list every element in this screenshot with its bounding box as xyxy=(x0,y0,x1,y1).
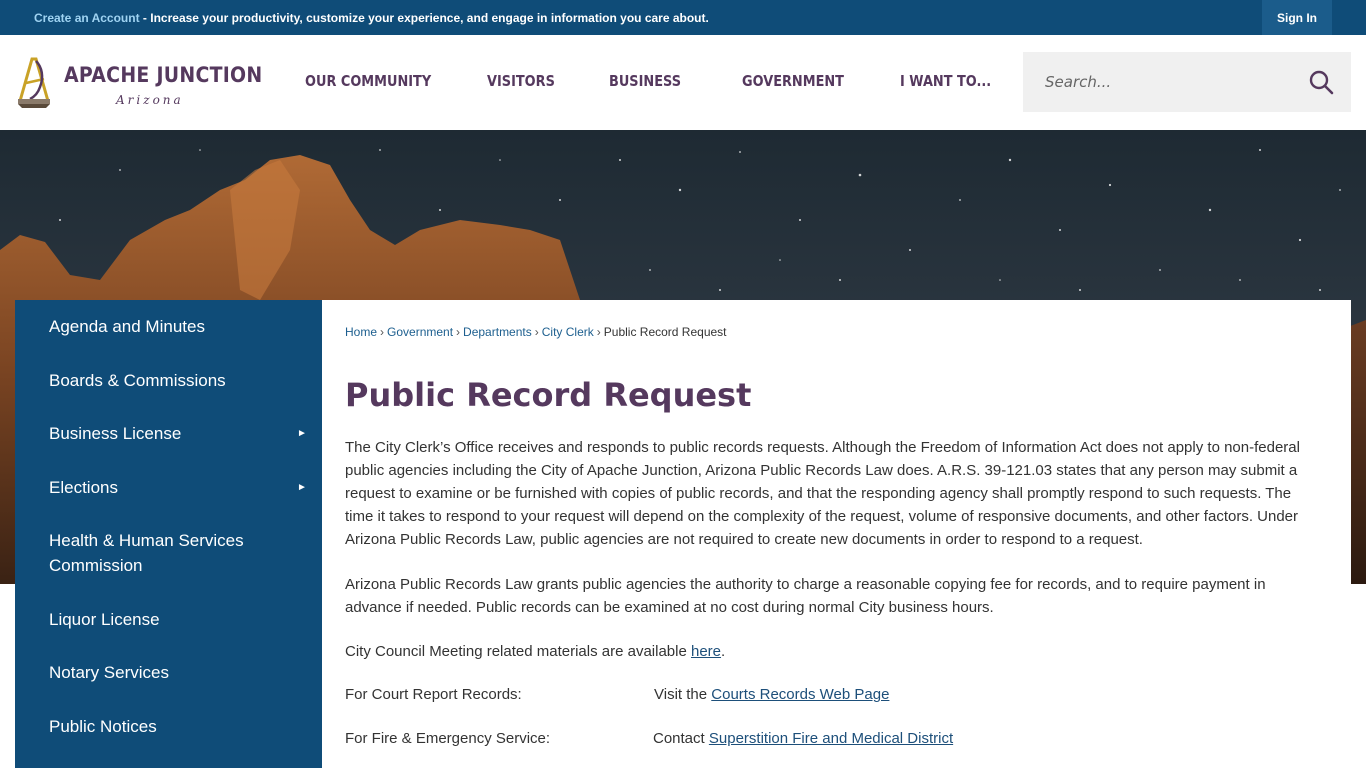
breadcrumb-home[interactable]: Home xyxy=(345,325,377,339)
breadcrumb-separator: › xyxy=(596,325,601,339)
site-header: APACHE JUNCTION Arizona OUR COMMUNITY VI… xyxy=(0,35,1366,130)
breadcrumb-government[interactable]: Government xyxy=(387,325,453,339)
council-materials-text: City Council Meeting related materials a… xyxy=(345,643,691,660)
sidebar-item-label: Liquor License xyxy=(49,610,160,629)
sidebar-item-boards-commissions[interactable]: Boards & Commissions xyxy=(15,368,322,408)
search-icon[interactable] xyxy=(1308,69,1334,95)
breadcrumb-separator: › xyxy=(534,325,539,339)
court-records-link[interactable]: Courts Records Web Page xyxy=(711,686,889,703)
sidebar-item-label: Agenda and Minutes xyxy=(49,317,205,336)
account-promo-text: - Increase your productivity, customize … xyxy=(139,11,709,25)
intro-paragraph: The City Clerk’s Office receives and res… xyxy=(345,439,1300,548)
sidebar-item-label: Public Notices xyxy=(49,717,157,736)
nav-i-want-to[interactable]: I WANT TO... xyxy=(900,72,991,90)
account-promo: Create an Account - Increase your produc… xyxy=(34,11,709,25)
breadcrumb-separator: › xyxy=(456,325,461,339)
fire-emergency-label: For Fire & Emergency Service: xyxy=(345,730,551,747)
sidebar-item-label: Elections xyxy=(49,478,118,497)
apache-junction-logo-icon xyxy=(18,57,50,108)
council-materials-link[interactable]: here xyxy=(691,643,721,660)
top-account-bar: Create an Account - Increase your produc… xyxy=(0,0,1366,35)
nav-government[interactable]: GOVERNMENT xyxy=(742,72,844,90)
main-content: Home › Government › Departments › City Clerk › P… xyxy=(322,300,1351,768)
fire-emergency-link[interactable]: Superstition Fire and Medical District xyxy=(709,730,953,747)
nav-our-community[interactable]: OUR COMMUNITY xyxy=(305,72,431,90)
sidebar-item-agenda-minutes[interactable]: Agenda and Minutes xyxy=(15,314,322,354)
breadcrumb-departments[interactable]: Departments xyxy=(463,325,532,339)
council-materials-paragraph: City Council Meeting related materials a… xyxy=(345,640,1317,663)
page-title: Public Record Request xyxy=(345,376,752,414)
submenu-arrow-icon[interactable]: ► xyxy=(297,428,307,439)
court-records-prefix: Visit the xyxy=(654,686,712,703)
nav-visitors[interactable]: VISITORS xyxy=(487,72,555,90)
site-logo[interactable]: APACHE JUNCTION Arizona xyxy=(14,53,262,113)
nav-business[interactable]: BUSINESS xyxy=(609,72,681,90)
breadcrumb-city-clerk[interactable]: City Clerk xyxy=(542,325,594,339)
sidebar-item-business-license[interactable]: Business License ► xyxy=(15,421,322,461)
fire-emergency-value: Contact Superstition Fire and Medical Di… xyxy=(653,730,953,747)
logo-subtitle: Arizona xyxy=(116,93,184,107)
sidebar-item-liquor-license[interactable]: Liquor License xyxy=(15,607,322,647)
court-records-value: Visit the Courts Records Web Page xyxy=(654,686,889,703)
court-records-label: For Court Report Records: xyxy=(345,686,522,703)
breadcrumb-current: Public Record Request xyxy=(603,325,727,339)
sidebar-item-public-notices[interactable]: Public Notices xyxy=(15,714,322,754)
breadcrumb: Home › Government › Departments › City Clerk › P… xyxy=(345,325,727,339)
logo-title: APACHE JUNCTION xyxy=(64,63,263,87)
search-box xyxy=(1023,52,1351,112)
sign-in-button[interactable]: Sign In xyxy=(1262,0,1332,35)
breadcrumb-separator: › xyxy=(380,325,385,339)
sidebar-item-label: Boards & Commissions xyxy=(49,371,226,390)
sidebar-item-label: Health & Human Services Commission xyxy=(49,531,244,575)
fees-paragraph: Arizona Public Records Law grants public… xyxy=(345,576,1266,616)
sidebar-item-label: Notary Services xyxy=(49,663,169,682)
fire-emergency-prefix: Contact xyxy=(653,730,709,747)
sidebar-item-notary-services[interactable]: Notary Services xyxy=(15,660,322,700)
sidebar-item-health-human-services[interactable]: Health & Human Services Commission xyxy=(15,528,322,582)
submenu-arrow-icon[interactable]: ► xyxy=(297,482,307,493)
sidebar-nav: Agenda and Minutes Boards & Commissions … xyxy=(15,300,322,768)
sidebar-item-elections[interactable]: Elections ► xyxy=(15,475,322,515)
create-account-link[interactable]: Create an Account xyxy=(34,11,140,25)
council-materials-end: . xyxy=(721,643,726,660)
search-input[interactable] xyxy=(1023,52,1293,112)
sidebar-item-label: Business License xyxy=(49,424,182,443)
